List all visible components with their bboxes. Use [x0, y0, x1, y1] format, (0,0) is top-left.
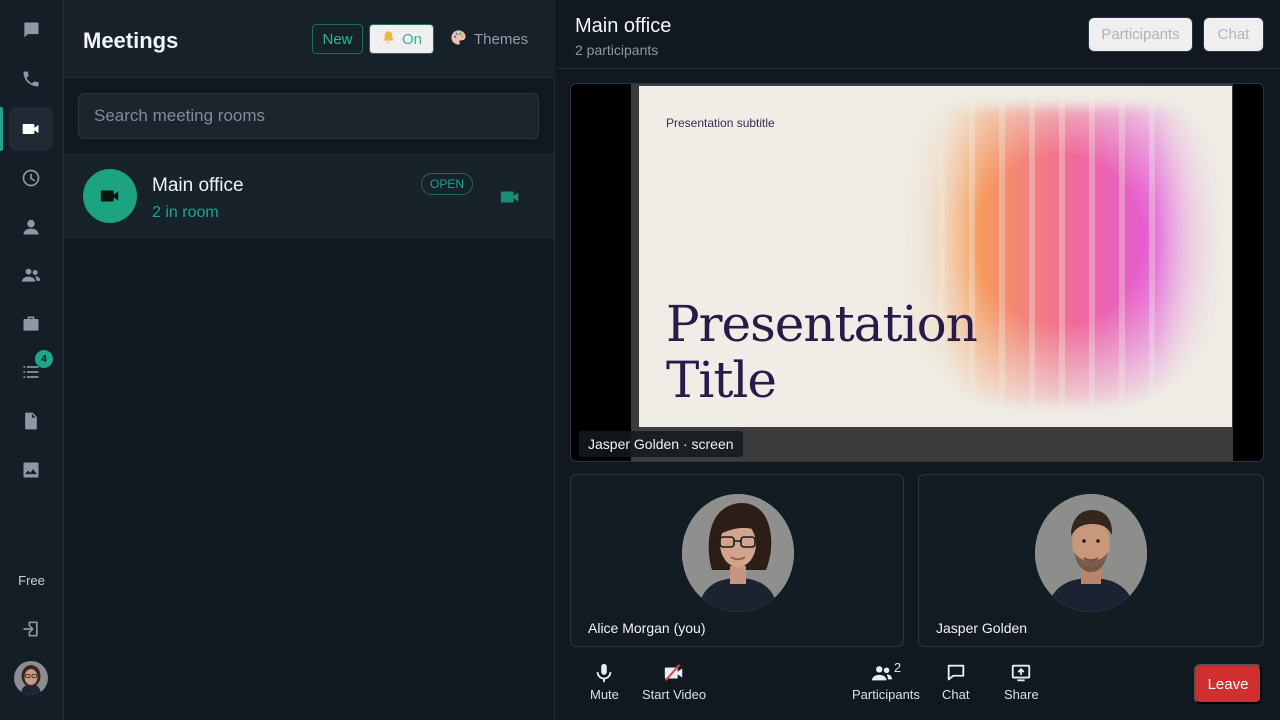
mute-label: Mute — [590, 687, 619, 702]
briefcase-icon — [23, 316, 39, 331]
participant-avatar — [1035, 494, 1147, 612]
rail-chat-button[interactable] — [9, 8, 53, 52]
shared-screen: Presentation subtitle Presentation Title — [631, 84, 1233, 461]
tasks-count-badge: 4 — [35, 350, 53, 368]
slide-title: Presentation Title — [666, 295, 978, 409]
microphone-icon — [597, 663, 612, 683]
video-camera-icon — [22, 124, 39, 134]
themes-label: Themes — [474, 30, 529, 48]
conference-title: Main office — [575, 15, 672, 37]
bell-icon — [381, 30, 396, 49]
palette-icon — [450, 29, 467, 50]
rail-calls-button[interactable] — [9, 57, 53, 101]
panel-title: Meetings — [83, 28, 179, 53]
person-icon — [23, 219, 39, 235]
participant-tile-remote: Jasper Golden — [918, 474, 1264, 647]
app-rail: 4 Free — [0, 0, 64, 720]
room-avatar — [83, 169, 137, 223]
meetings-header: Meetings New On Themes — [64, 0, 555, 78]
conference-header: Main office 2 participants Participants … — [556, 0, 1280, 69]
meetings-panel: Meetings New On Themes Main office 2 in … — [64, 0, 555, 720]
active-indicator — [0, 107, 3, 151]
participant-name: Jasper Golden — [927, 615, 1037, 641]
plan-label: Free — [18, 573, 45, 588]
video-camera-icon — [500, 191, 519, 203]
people-icon — [21, 268, 41, 282]
chat-panel-button[interactable]: Chat — [1203, 17, 1264, 52]
slide-subtitle: Presentation subtitle — [666, 116, 775, 130]
search-input[interactable] — [78, 93, 539, 139]
clock-icon — [22, 169, 40, 187]
themes-button[interactable]: Themes — [450, 24, 528, 54]
participant-tile-self: Alice Morgan (you) — [570, 474, 904, 647]
start-video-label: Start Video — [642, 687, 707, 702]
new-meeting-button[interactable]: New — [312, 24, 363, 54]
participant-name: Alice Morgan (you) — [579, 615, 715, 641]
chat-toolbar-button[interactable]: Chat — [942, 662, 969, 702]
image-icon — [23, 462, 39, 478]
rail-work-button[interactable] — [9, 302, 53, 346]
leave-button[interactable]: Leave — [1194, 664, 1262, 704]
room-name: Main office — [152, 175, 244, 196]
logout-button[interactable] — [9, 607, 53, 651]
rail-media-button[interactable] — [9, 448, 53, 492]
rail-contacts-button[interactable] — [9, 205, 53, 249]
chat-bubble-icon — [24, 22, 39, 38]
slide-title-line-1: Presentation — [666, 295, 978, 353]
presentation-slide: Presentation subtitle Presentation Title — [639, 86, 1232, 427]
rail-files-button[interactable] — [9, 399, 53, 443]
slide-title-line-2: Title — [666, 351, 777, 409]
room-occupancy: 2 in room — [152, 204, 219, 221]
participant-avatar — [682, 494, 794, 612]
room-status-badge: OPEN — [421, 173, 474, 195]
screen-share-label: Jasper Golden · screen — [579, 431, 743, 457]
conference-view: Main office 2 participants Participants … — [556, 0, 1280, 720]
room-list-item[interactable]: Main office 2 in room OPEN — [64, 154, 554, 238]
rail-groups-button[interactable] — [9, 253, 53, 297]
screen-share-icon — [1012, 664, 1031, 682]
participants-toolbar-button[interactable]: 2 Participants — [852, 660, 920, 702]
chat-bubble-icon — [947, 664, 964, 681]
notifications-toggle[interactable]: On — [369, 24, 434, 54]
user-avatar[interactable] — [14, 661, 48, 695]
document-icon — [25, 412, 37, 430]
join-room-button[interactable] — [499, 186, 521, 208]
video-off-icon — [664, 664, 683, 682]
rail-meetings-button[interactable] — [9, 107, 53, 151]
participants-toolbar-label: Participants — [852, 687, 920, 702]
participants-panel-button[interactable]: Participants — [1088, 17, 1193, 52]
mute-button[interactable]: Mute — [590, 662, 619, 702]
video-camera-icon — [100, 190, 119, 202]
participant-count: 2 participants — [575, 42, 659, 58]
chat-toolbar-label: Chat — [942, 687, 970, 702]
screen-share-stage: Presentation subtitle Presentation Title… — [570, 83, 1264, 462]
participants-count-badge: 2 — [893, 660, 902, 675]
people-icon — [871, 666, 892, 681]
share-toolbar-label: Share — [1004, 687, 1039, 702]
phone-icon — [23, 71, 39, 87]
logout-icon — [23, 621, 38, 637]
start-video-button[interactable]: Start Video — [642, 662, 706, 702]
rail-history-button[interactable] — [9, 156, 53, 200]
share-toolbar-button[interactable]: Share — [1004, 662, 1039, 702]
notifications-state: On — [401, 30, 422, 48]
